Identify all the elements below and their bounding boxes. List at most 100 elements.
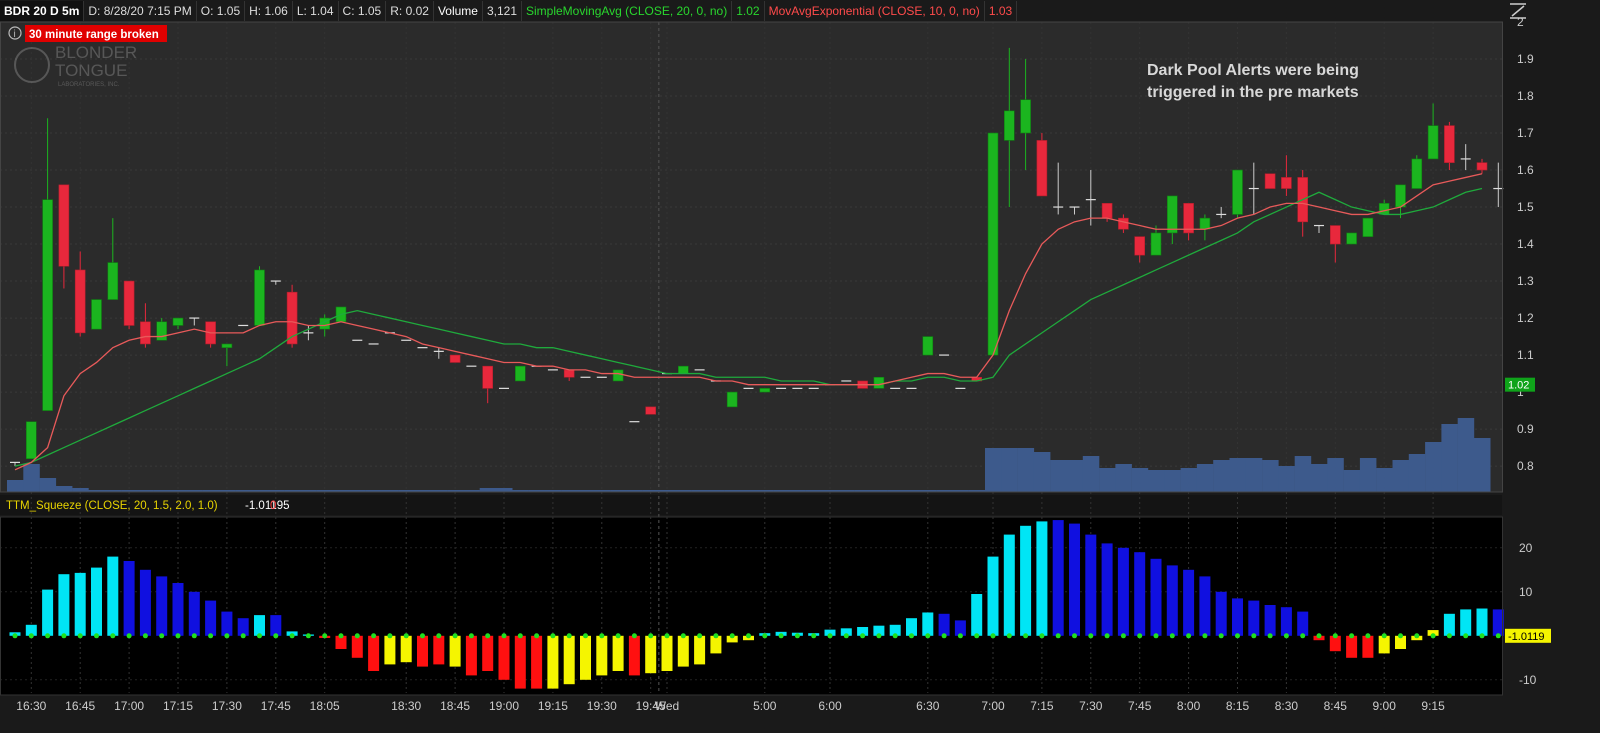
x-tick-label: 8:30 — [1275, 699, 1299, 713]
squeeze-bar — [1036, 521, 1048, 636]
y-tick-label: 1.3 — [1517, 274, 1534, 288]
squeeze-bar — [74, 572, 86, 636]
squeeze-bar — [237, 618, 249, 636]
x-tick-label: 19:15 — [538, 699, 568, 713]
x-tick-label: 8:15 — [1226, 699, 1250, 713]
squeeze-dot — [452, 633, 458, 639]
squeeze-dot — [1495, 633, 1501, 639]
candle-body — [1346, 232, 1357, 245]
volume-bar — [1164, 470, 1181, 492]
squeeze-dot — [746, 633, 751, 639]
volume-bar — [1148, 470, 1165, 492]
volume-bar — [1196, 464, 1214, 492]
candle-body — [156, 321, 167, 341]
squeeze-dot — [941, 633, 947, 639]
squeeze-bar — [172, 583, 184, 636]
volume-bar — [1017, 448, 1035, 492]
squeeze-dot — [1446, 633, 1452, 639]
squeeze-dot — [501, 633, 507, 639]
x-tick-label: 19:30 — [587, 699, 617, 713]
squeeze-bar — [1134, 552, 1146, 636]
squeeze-dot — [257, 633, 262, 639]
squeeze-dot — [778, 633, 784, 639]
squeeze-dot — [403, 633, 409, 639]
watermark-text: LABORATORIES, INC. — [58, 82, 120, 88]
squeeze-bar — [694, 635, 706, 665]
volume-bar — [23, 464, 40, 492]
candle-body — [1199, 217, 1211, 230]
candle-body — [74, 269, 86, 334]
squeeze-dot — [338, 633, 344, 639]
candle-body — [1150, 232, 1162, 256]
x-tick-label: 9:15 — [1421, 699, 1445, 713]
squeeze-bar — [971, 594, 983, 636]
price-chart-svg[interactable]: 0.80.911.11.21.31.41.51.61.71.81.92BLOND… — [0, 0, 1600, 733]
squeeze-bar — [498, 635, 510, 680]
squeeze-bar — [254, 615, 265, 636]
squeeze-dot — [909, 633, 914, 639]
squeeze-dot — [28, 633, 34, 639]
squeeze-dot — [273, 633, 279, 639]
x-tick-label: 7:45 — [1128, 699, 1152, 713]
squeeze-dot — [1039, 633, 1045, 639]
y-tick-label: 1.6 — [1517, 163, 1534, 177]
candle-body — [25, 421, 37, 459]
squeeze-dot — [648, 633, 654, 639]
volume-bar — [1408, 454, 1426, 492]
squeeze-dot — [485, 633, 491, 639]
squeeze-bar — [1150, 558, 1162, 636]
squeeze-dot — [468, 633, 474, 639]
x-tick-label: 18:30 — [391, 699, 421, 713]
squeeze-dot — [387, 633, 393, 639]
candle-body — [140, 321, 151, 345]
squeeze-bar — [465, 635, 477, 676]
squeeze-bar — [645, 635, 657, 674]
squeeze-bar — [58, 574, 70, 636]
squeeze-study-label: TTM_Squeeze (CLOSE, 20, 1.5, 2.0, 1.0) — [6, 500, 218, 512]
candle-body — [612, 369, 624, 382]
volume-bar — [55, 486, 73, 492]
y-tick-label: 1.4 — [1517, 237, 1534, 251]
squeeze-dot — [305, 633, 311, 639]
squeeze-dot — [1283, 633, 1289, 639]
y-tick-label: 1.9 — [1517, 52, 1534, 66]
squeeze-dot — [1267, 633, 1273, 639]
volume-bar — [1001, 448, 1018, 492]
squeeze-dot — [957, 633, 963, 639]
squeeze-dot — [1120, 633, 1126, 639]
squeeze-bar — [596, 635, 608, 676]
squeeze-bar — [1264, 605, 1276, 636]
squeeze-bar — [42, 589, 54, 636]
squeeze-dot — [1088, 633, 1094, 639]
squeeze-bar — [906, 618, 917, 636]
x-tick-label: 7:00 — [981, 699, 1005, 713]
candle-body — [1330, 225, 1341, 245]
candle-body — [221, 343, 233, 348]
squeeze-bar — [482, 635, 494, 671]
volume-bar — [1099, 468, 1116, 492]
squeeze-dot — [1381, 633, 1387, 639]
squeeze-bar — [1443, 613, 1455, 636]
squeeze-dot — [1430, 633, 1436, 639]
squeeze-bar — [433, 635, 445, 665]
squeeze-dot — [159, 633, 165, 639]
squeeze-dot — [517, 633, 523, 639]
squeeze-bar — [1020, 525, 1032, 636]
squeeze-dot — [1137, 633, 1143, 639]
candle-body — [1411, 158, 1423, 189]
squeeze-dot — [1251, 633, 1257, 639]
squeeze-dot — [974, 633, 980, 639]
squeeze-bar — [384, 635, 396, 665]
squeeze-bar — [400, 635, 412, 663]
volume-bar — [1033, 452, 1051, 492]
squeeze-panel — [0, 517, 1502, 695]
y-tick-label: 1.7 — [1517, 126, 1534, 140]
squeeze-dot — [61, 633, 67, 639]
volume-bar — [1425, 442, 1442, 492]
volume-bar — [1474, 438, 1491, 492]
squeeze-dot — [224, 633, 230, 639]
squeeze-value-tag-text: -1.0119 — [1508, 631, 1545, 643]
squeeze-dot — [1023, 633, 1029, 639]
candle-body — [1281, 177, 1292, 189]
y-tick-label: 1.5 — [1517, 200, 1534, 214]
